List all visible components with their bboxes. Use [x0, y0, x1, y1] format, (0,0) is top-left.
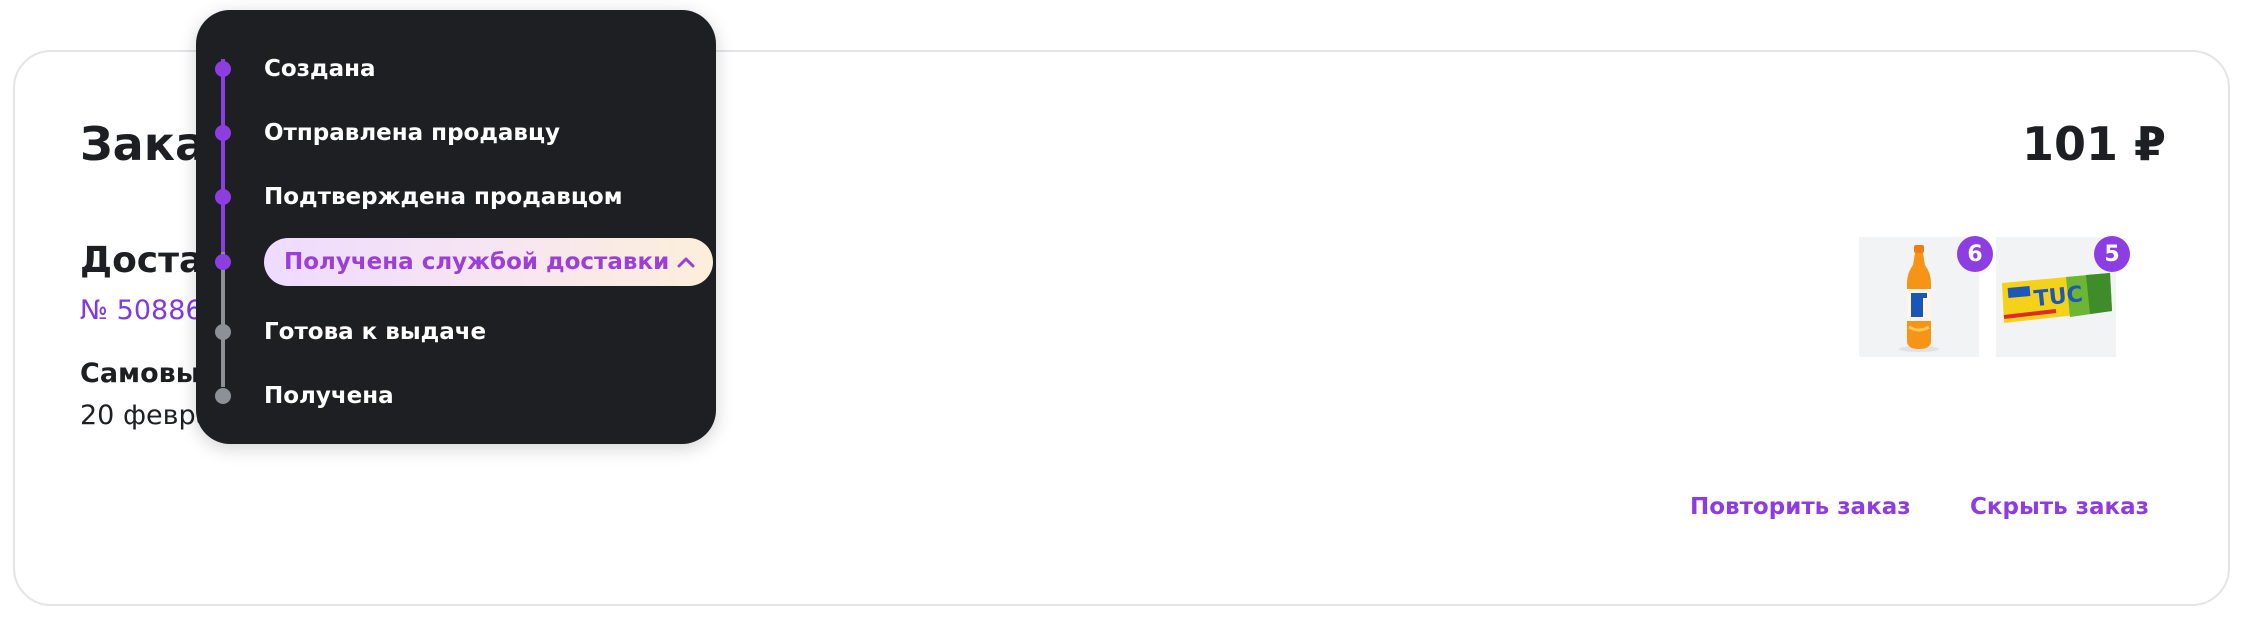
- timeline-progress-line: [221, 59, 225, 252]
- repeat-order-button[interactable]: Повторить заказ: [1690, 494, 1911, 520]
- status-dot: [215, 254, 231, 270]
- product-thumbnail-crackers[interactable]: TUC 5: [1996, 236, 2130, 357]
- status-step-label: Готова к выдаче: [264, 319, 487, 345]
- status-step-label: Подтверждена продавцом: [264, 184, 623, 210]
- status-step-label: Отправлена продавцу: [264, 120, 561, 146]
- hide-order-button[interactable]: Скрыть заказ: [1970, 494, 2149, 520]
- order-status-popover: Создана Отправлена продавцу Подтверждена…: [196, 10, 716, 444]
- quantity-badge: 5: [2094, 236, 2130, 272]
- svg-text:TUC: TUC: [2033, 282, 2084, 312]
- current-status-pill[interactable]: Получена службой доставки: [264, 238, 714, 286]
- chevron-up-icon: [677, 256, 695, 268]
- quantity-badge: 6: [1957, 236, 1993, 272]
- current-status-label: Получена службой доставки: [284, 249, 670, 275]
- order-page: Заказ 101 ₽ Доставка № 50886 Самовывоз 2…: [0, 0, 2242, 634]
- status-step-label: Создана: [264, 56, 376, 82]
- status-step-label: Получена: [264, 383, 394, 409]
- status-dot: [215, 324, 231, 340]
- status-dot: [215, 388, 231, 404]
- status-dot: [215, 61, 231, 77]
- product-thumbnail-soda[interactable]: 6: [1859, 236, 1993, 357]
- delivery-number-link[interactable]: № 50886: [80, 295, 203, 326]
- status-dot: [215, 125, 231, 141]
- order-price: 101 ₽: [2021, 117, 2166, 171]
- status-dot: [215, 189, 231, 205]
- timeline-pending-line: [221, 252, 225, 387]
